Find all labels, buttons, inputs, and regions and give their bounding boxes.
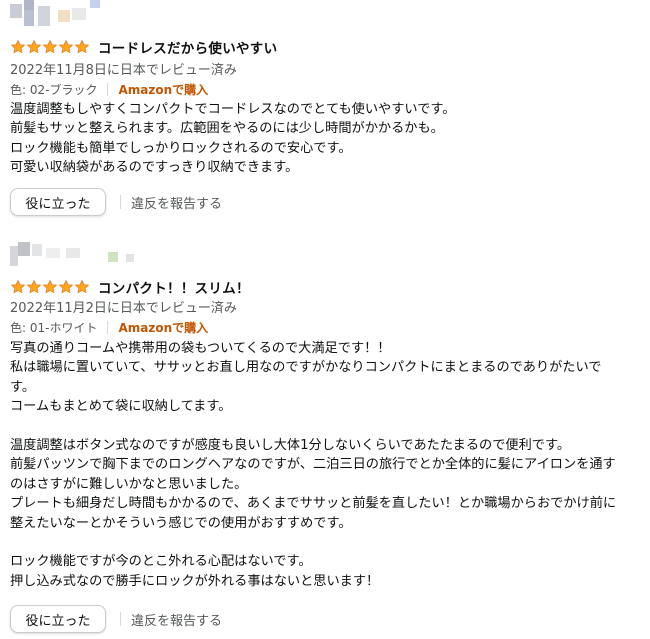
star-icon: [26, 39, 42, 54]
star-icon: [26, 279, 42, 294]
review-line: 前髪もサッと整えられます。広範囲をやるのには少し時間がかかるかも。: [10, 121, 444, 137]
star-icon: [58, 39, 74, 54]
review-actions: 役に立った 違反を報告する: [10, 605, 222, 633]
verified-purchase-badge: Amazonで購入: [118, 321, 209, 335]
review-meta: 色: 01-ホワイト Amazonで購入: [10, 319, 208, 336]
review-date: 2022年11月2日に日本でレビュー済み: [10, 301, 237, 316]
avatar[interactable]: [10, 240, 134, 268]
review-title[interactable]: コードレスだから使いやすい: [98, 37, 277, 57]
review-title-row: コードレスだから使いやすい: [10, 37, 277, 57]
review-blank-line: [10, 417, 644, 436]
review-body: 写真の通りコームや携帯用の袋もついてくるので大満足です！！ 私は職場に置いていて…: [10, 339, 644, 591]
divider: [120, 195, 121, 209]
divider: [120, 612, 121, 626]
review-line: のはさすがに難しいかなと思いました。: [10, 476, 248, 492]
star-rating[interactable]: [10, 279, 90, 295]
review-line: プレートも細身だし時間もかかるので、あくまでササッと前髪を直したい！とか職場から…: [10, 496, 617, 512]
review-line: 写真の通りコームや携帯用の袋もついてくるので大満足です！！: [10, 341, 391, 356]
review-title[interactable]: コンパクト！！スリム！: [98, 277, 250, 297]
star-icon: [74, 279, 90, 294]
review-body: 温度調整もしやすくコンパクトでコードレスなのでとても使いやすいです。 前髪もサッ…: [10, 100, 644, 178]
variant-label[interactable]: 色: 02-ブラック: [10, 81, 97, 98]
variant-label[interactable]: 色: 01-ホワイト: [10, 319, 97, 336]
review-line: ロック機能も簡単でしっかりロックされるので安心です。: [10, 140, 352, 156]
report-abuse-link[interactable]: 違反を報告する: [131, 610, 222, 629]
star-icon: [10, 39, 26, 54]
star-rating[interactable]: [10, 39, 90, 55]
review-line: 押し込み式なので勝手にロックが外れる事はないと思います！: [10, 573, 380, 589]
review-line: 前髪パッツンで胸下までのロングヘアなのですが、二泊三日の旅行でとか全体的に髪にア…: [10, 457, 616, 473]
verified-purchase-badge: Amazonで購入: [118, 83, 209, 97]
star-icon: [74, 39, 90, 54]
review-blank-line: [10, 533, 644, 552]
review-line: コームもまとめて袋に収納してます。: [10, 399, 232, 415]
star-icon: [10, 279, 26, 294]
review-line: 温度調整もしやすくコンパクトでコードレスなのでとても使いやすいです。: [10, 102, 456, 117]
divider: [107, 83, 109, 96]
review-line: す。: [10, 379, 36, 395]
review-line: 可愛い収納袋があるのですっきり収納できます。: [10, 160, 299, 176]
review-actions: 役に立った 違反を報告する: [10, 188, 222, 216]
review-meta: 色: 02-ブラック Amazonで購入: [10, 81, 208, 98]
helpful-button[interactable]: 役に立った: [10, 605, 106, 633]
report-abuse-link[interactable]: 違反を報告する: [131, 193, 222, 212]
star-icon: [58, 279, 74, 294]
divider: [107, 321, 109, 334]
review-line: ロック機能ですが今のとこ外れる心配はないです。: [10, 554, 312, 570]
helpful-button[interactable]: 役に立った: [10, 188, 106, 216]
avatar[interactable]: [10, 0, 130, 28]
review-line: 温度調整はボタン式なのですが感度も良いし大体1分しないくらいであたたまるので便利…: [10, 438, 571, 454]
star-icon: [42, 39, 58, 54]
review-line: 整えたいなーとかそういう感じでの使用がおすすめです。: [10, 515, 352, 531]
star-icon: [42, 279, 58, 294]
review-title-row: コンパクト！！スリム！: [10, 277, 250, 297]
review-line: 私は職場に置いていて、ササッとお直し用なのですがかなりコンパクトにまとまるのであ…: [10, 360, 602, 376]
review-date: 2022年11月8日に日本でレビュー済み: [10, 63, 237, 78]
